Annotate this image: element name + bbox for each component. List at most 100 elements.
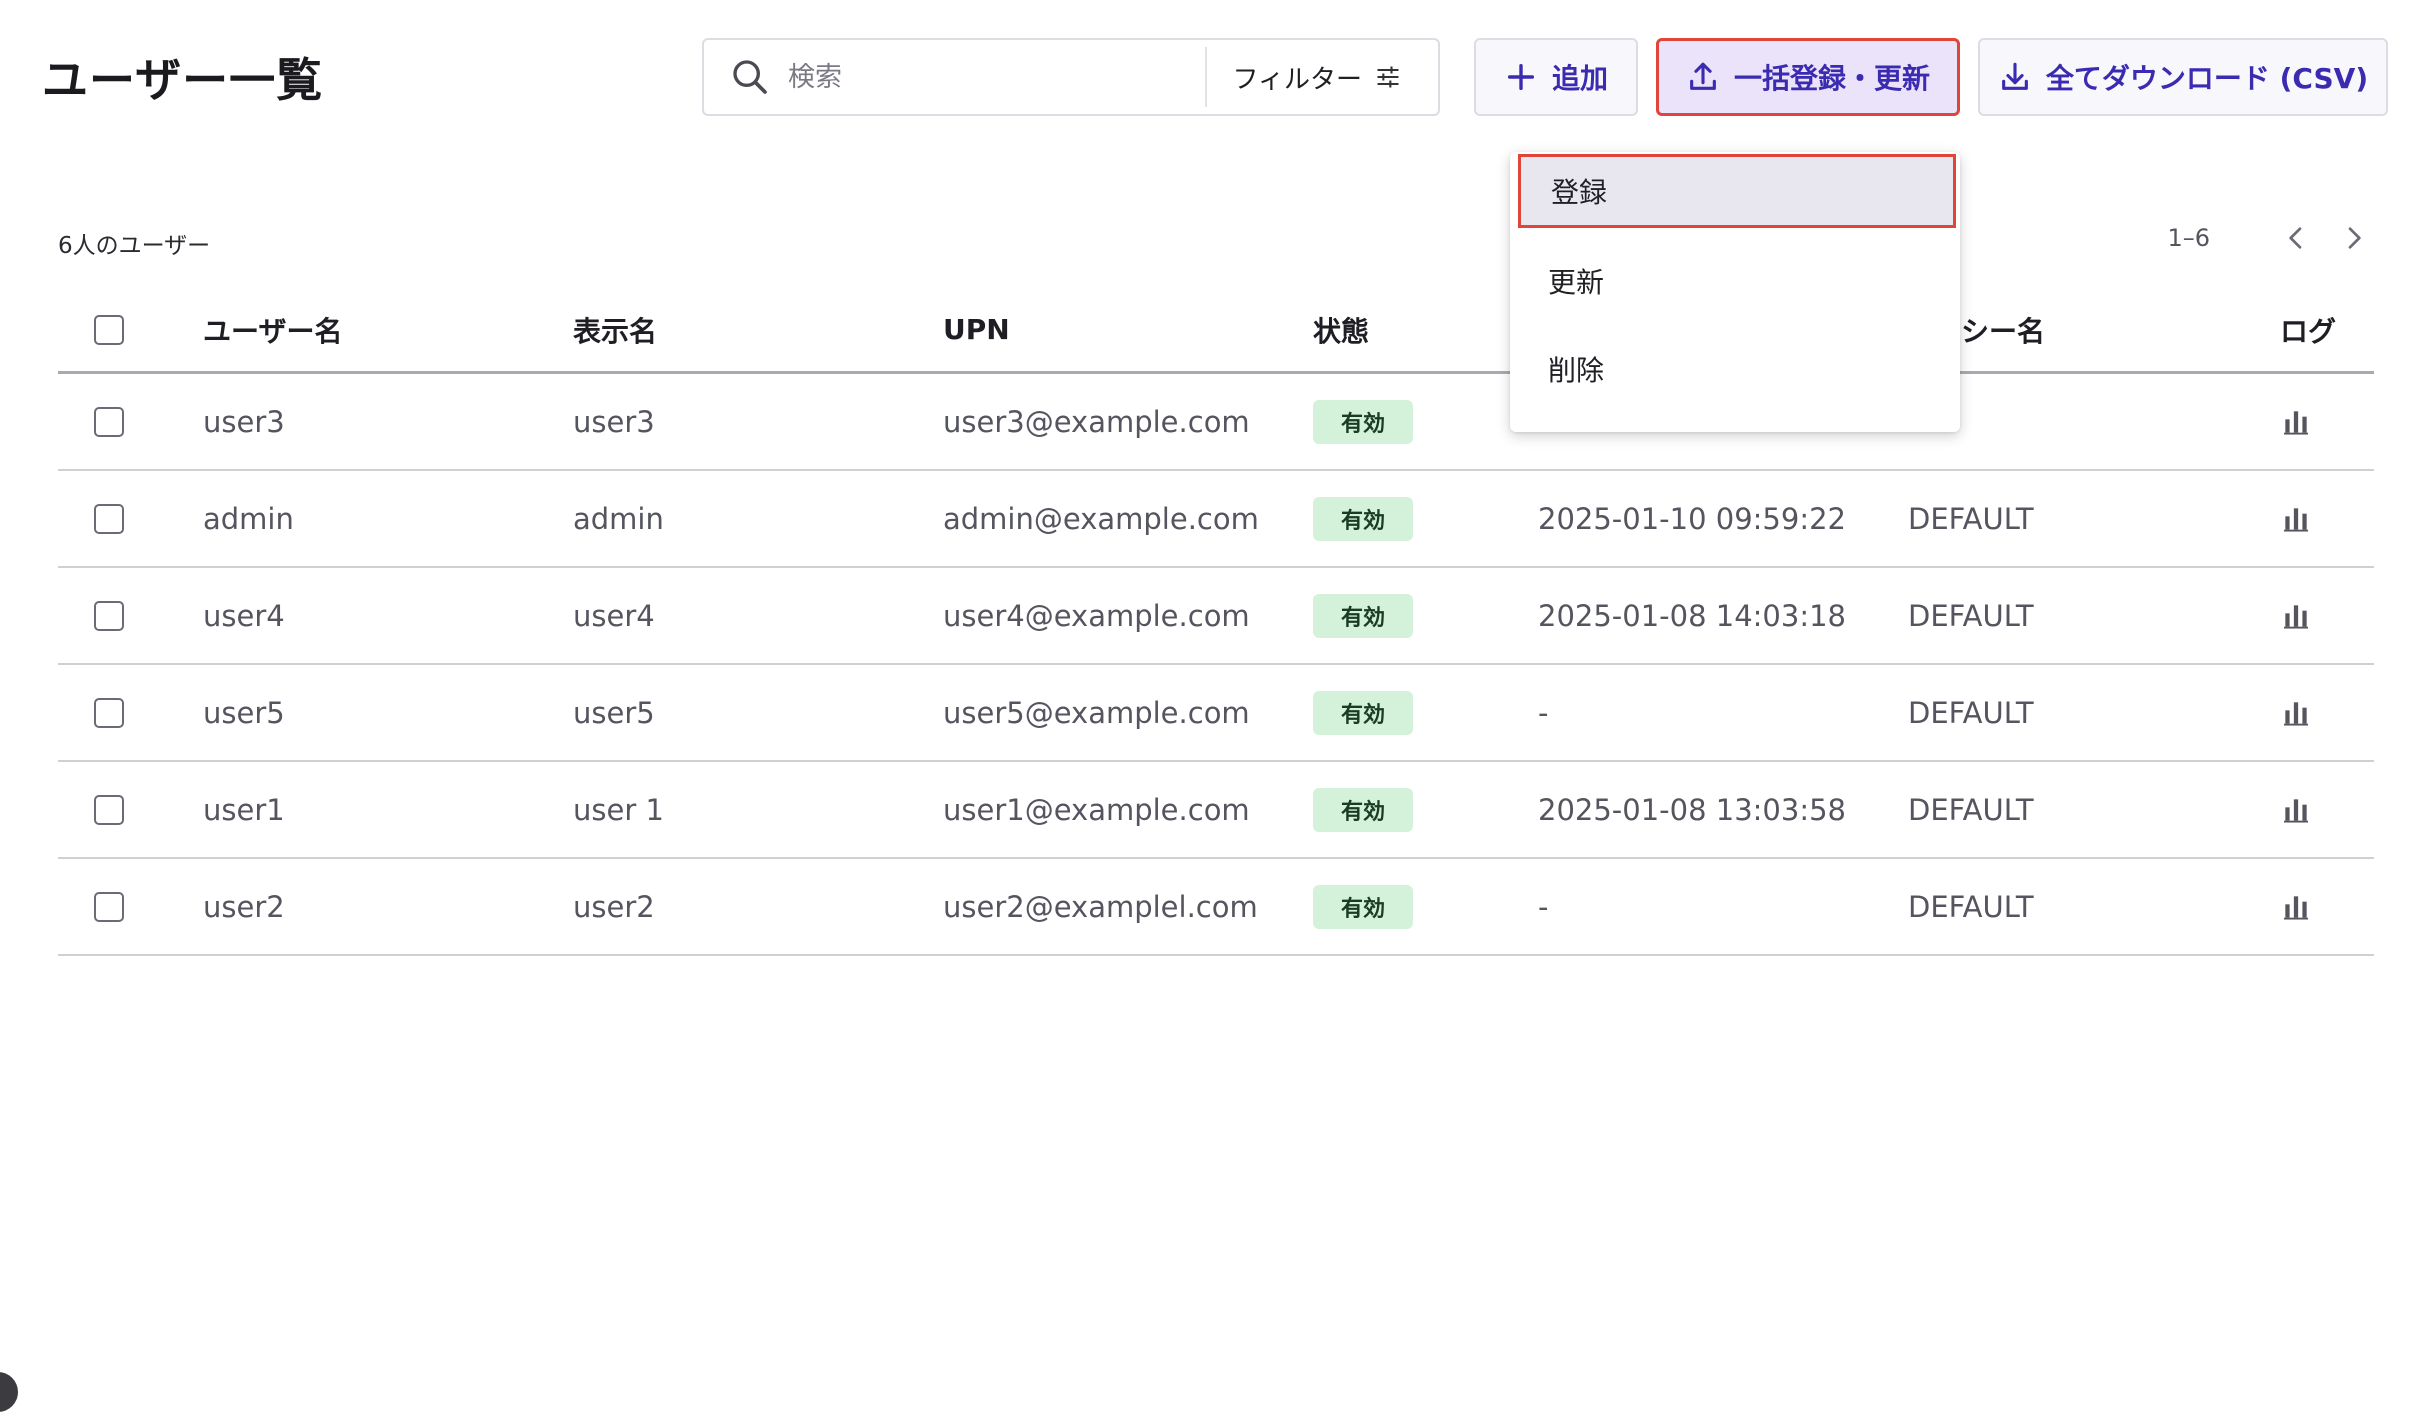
filter-label: フィルター <box>1233 59 1362 96</box>
cell-log <box>2280 665 2312 760</box>
cell-username: user1 <box>203 762 285 857</box>
row-check-cell <box>94 471 124 566</box>
cell-upn: user4@example.com <box>943 568 1250 663</box>
upload-icon <box>1686 60 1720 94</box>
row-checkbox[interactable] <box>94 698 124 728</box>
row-check-cell <box>94 665 124 760</box>
cell-username: user2 <box>203 859 285 954</box>
cell-display-name: user4 <box>573 568 655 663</box>
cell-upn: user1@example.com <box>943 762 1250 857</box>
table-row[interactable]: user1 user 1 user1@example.com 有効 2025-0… <box>58 762 2374 859</box>
status-badge: 有効 <box>1313 885 1413 929</box>
row-checkbox[interactable] <box>94 601 124 631</box>
table-row[interactable]: user5 user5 user5@example.com 有効 - DEFAU… <box>58 665 2374 762</box>
cell-display-name: user 1 <box>573 762 664 857</box>
table-row[interactable]: user2 user2 user2@examplel.com 有効 - DEFA… <box>58 859 2374 956</box>
bar-chart-icon[interactable] <box>2280 600 2312 632</box>
cell-username: admin <box>203 471 294 566</box>
download-icon <box>1998 60 2032 94</box>
column-header-log: ログ <box>2280 288 2336 371</box>
cell-status: 有効 <box>1313 471 1413 566</box>
cell-status: 有効 <box>1313 568 1413 663</box>
page-range: 1–6 <box>2167 224 2210 252</box>
cell-log <box>2280 471 2312 566</box>
cell-status: 有効 <box>1313 859 1413 954</box>
filter-button[interactable]: フィルター <box>1207 40 1438 114</box>
cell-status: 有効 <box>1313 762 1413 857</box>
bulk-button-label: 一括登録・更新 <box>1734 57 1930 97</box>
cell-display-name: user3 <box>573 374 655 469</box>
cell-policy: DEFAULT <box>1908 762 2034 857</box>
cell-upn: user3@example.com <box>943 374 1250 469</box>
cell-username: user3 <box>203 374 285 469</box>
bar-chart-icon[interactable] <box>2280 503 2312 535</box>
column-header-username[interactable]: ユーザー名 <box>203 288 342 371</box>
column-header-status[interactable]: 状態 <box>1313 288 1369 371</box>
status-badge: 有効 <box>1313 691 1413 735</box>
cell-policy: DEFAULT <box>1908 665 2034 760</box>
column-header-display-name[interactable]: 表示名 <box>573 288 657 371</box>
cell-policy: DEFAULT <box>1908 568 2034 663</box>
cell-policy: DEFAULT <box>1908 471 2034 566</box>
row-checkbox[interactable] <box>94 407 124 437</box>
cell-display-name: user2 <box>573 859 655 954</box>
cell-status: 有効 <box>1313 665 1413 760</box>
cell-last-login: - <box>1538 665 1548 760</box>
user-count: 6人のユーザー <box>58 226 210 260</box>
select-all-cell <box>94 288 124 371</box>
status-badge: 有効 <box>1313 497 1413 541</box>
chevron-right-icon[interactable] <box>2338 222 2370 254</box>
cell-last-login: 2025-01-08 14:03:18 <box>1538 568 1846 663</box>
column-header-policy[interactable]: シー名 <box>1961 288 2045 371</box>
row-check-cell <box>94 568 124 663</box>
status-badge: 有効 <box>1313 594 1413 638</box>
select-all-checkbox[interactable] <box>94 315 124 345</box>
cell-last-login: 2025-01-10 09:59:22 <box>1538 471 1846 566</box>
cell-username: user4 <box>203 568 285 663</box>
cell-log <box>2280 859 2312 954</box>
table-row[interactable]: user3 user3 user3@example.com 有効 <box>58 374 2374 471</box>
filter-icon <box>1374 63 1402 91</box>
bar-chart-icon[interactable] <box>2280 406 2312 438</box>
bar-chart-icon[interactable] <box>2280 891 2312 923</box>
plus-icon <box>1504 60 1538 94</box>
cell-display-name: admin <box>573 471 664 566</box>
status-badge: 有効 <box>1313 400 1413 444</box>
bulk-action-dropdown: 登録 更新 削除 <box>1510 152 1960 432</box>
table-row[interactable]: admin admin admin@example.com 有効 2025-01… <box>58 471 2374 568</box>
download-button-label: 全てダウンロード (CSV) <box>2046 57 2368 97</box>
chevron-left-icon[interactable] <box>2280 222 2312 254</box>
cell-upn: user5@example.com <box>943 665 1250 760</box>
row-check-cell <box>94 859 124 954</box>
search-input[interactable] <box>786 46 1205 108</box>
column-header-upn[interactable]: UPN <box>943 288 1010 371</box>
download-all-csv-button[interactable]: 全てダウンロード (CSV) <box>1978 38 2388 116</box>
menu-item-delete[interactable]: 削除 <box>1518 332 1956 406</box>
table-row[interactable]: user4 user4 user4@example.com 有効 2025-01… <box>58 568 2374 665</box>
search-icon <box>730 57 770 97</box>
page-title: ユーザー一覧 <box>42 44 323 110</box>
menu-item-update[interactable]: 更新 <box>1518 244 1956 318</box>
row-checkbox[interactable] <box>94 892 124 922</box>
cell-log <box>2280 374 2312 469</box>
add-button[interactable]: 追加 <box>1474 38 1638 116</box>
table-header: ユーザー名 表示名 UPN 状態 シー名 ログ <box>58 288 2374 374</box>
cell-last-login: 2025-01-08 13:03:58 <box>1538 762 1846 857</box>
row-check-cell <box>94 762 124 857</box>
cell-last-login: - <box>1538 859 1548 954</box>
cell-upn: user2@examplel.com <box>943 859 1258 954</box>
row-checkbox[interactable] <box>94 504 124 534</box>
menu-item-register[interactable]: 登録 <box>1518 154 1956 228</box>
row-check-cell <box>94 374 124 469</box>
floating-help-button[interactable] <box>0 1372 18 1412</box>
cell-log <box>2280 568 2312 663</box>
add-button-label: 追加 <box>1552 57 1608 97</box>
bar-chart-icon[interactable] <box>2280 794 2312 826</box>
cell-username: user5 <box>203 665 285 760</box>
user-table: ユーザー名 表示名 UPN 状態 シー名 ログ user3 user3 user… <box>58 288 2374 956</box>
cell-policy: DEFAULT <box>1908 859 2034 954</box>
bar-chart-icon[interactable] <box>2280 697 2312 729</box>
bulk-register-update-button[interactable]: 一括登録・更新 <box>1656 38 1960 116</box>
cell-status: 有効 <box>1313 374 1413 469</box>
row-checkbox[interactable] <box>94 795 124 825</box>
